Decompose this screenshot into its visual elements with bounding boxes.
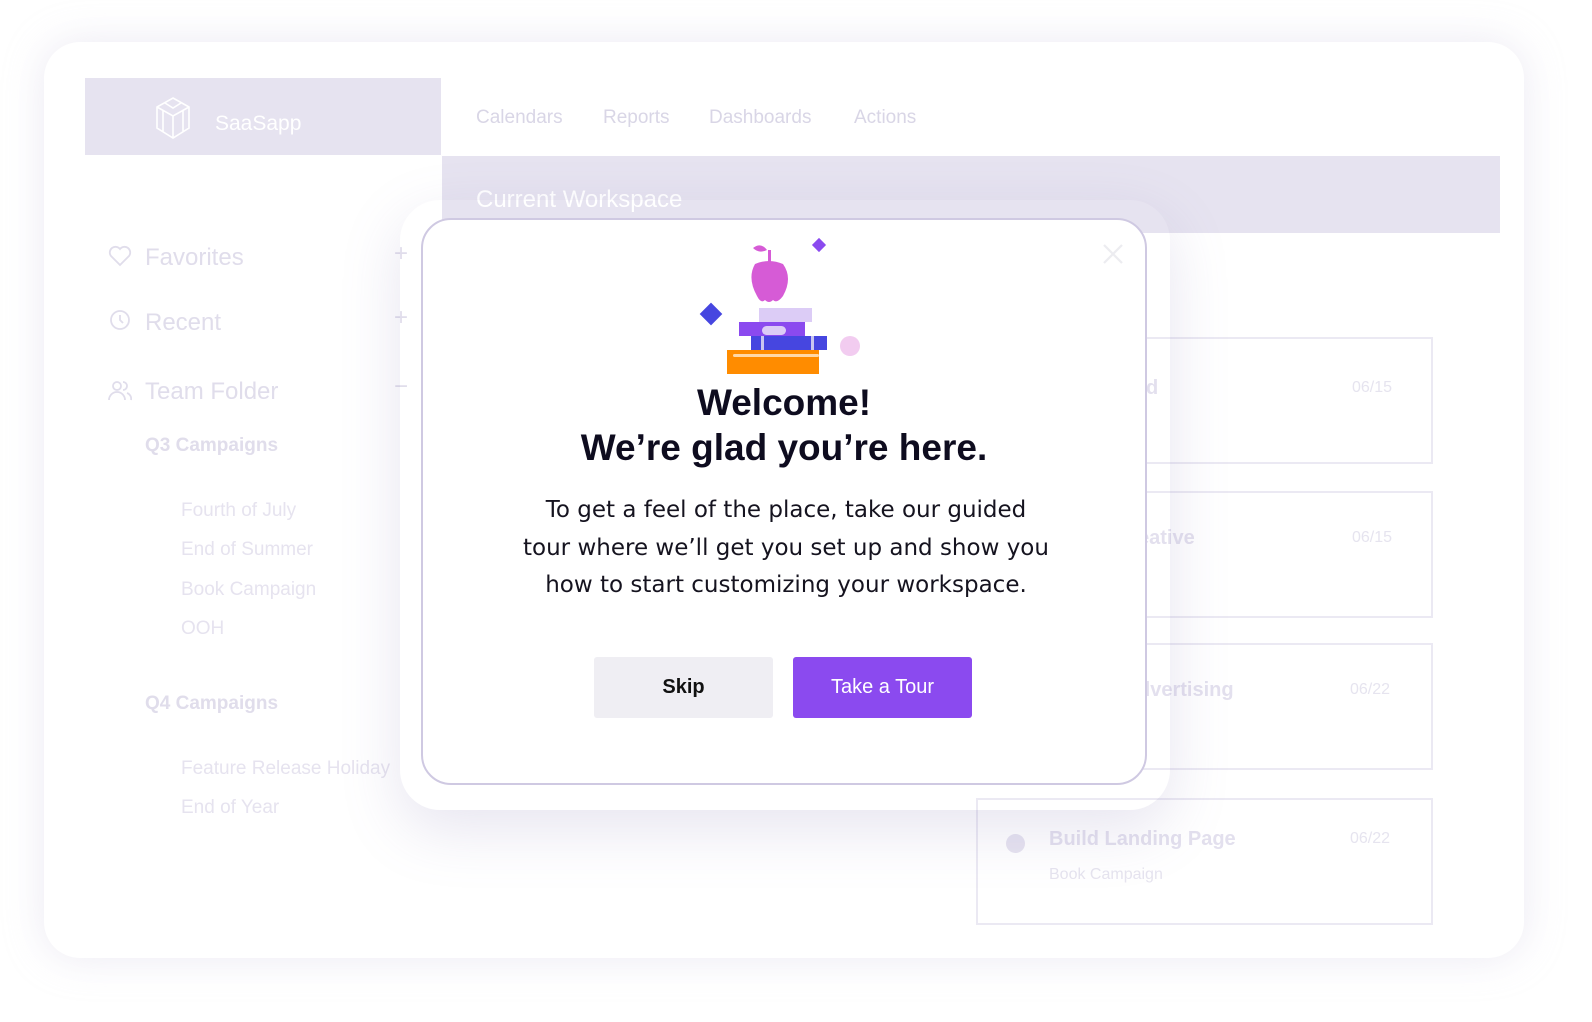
group-q3[interactable]: Q3 Campaigns [145, 435, 278, 457]
sidebar-item-favorites[interactable]: Favorites [145, 244, 244, 272]
status-dot [1006, 834, 1025, 853]
nav-actions[interactable]: Actions [854, 107, 916, 129]
sidebar-item-recent[interactable]: Recent [145, 309, 221, 337]
task-card[interactable]: Build Landing Page Book Campaign 06/22 [976, 798, 1433, 925]
modal-body: To get a feel of the place, take our gui… [483, 492, 1089, 605]
nav-reports[interactable]: Reports [603, 107, 670, 129]
sidebar-subitem[interactable]: Fourth of July [181, 500, 296, 522]
card-title: Build Landing Page [1049, 828, 1236, 850]
modal-subtitle: We’re glad you’re here. [580, 427, 988, 468]
card-date: 06/15 [1352, 529, 1393, 546]
body-line: how to start customizing your workspace. [545, 572, 1027, 598]
body-line: tour where we’ll get you set up and show… [523, 534, 1049, 561]
sidebar-subitem[interactable]: End of Summer [181, 539, 313, 561]
card-date: 06/22 [1350, 681, 1391, 698]
nav-dashboards[interactable]: Dashboards [709, 107, 811, 129]
take-tour-button[interactable]: Take a Tour [793, 657, 972, 718]
card-date: 06/15 [1352, 379, 1393, 396]
heart-icon [108, 245, 132, 267]
sidebar-subitem[interactable]: OOH [181, 618, 224, 640]
clock-icon [110, 310, 130, 330]
skip-button[interactable]: Skip [594, 657, 773, 718]
sidebar-subitem[interactable]: Feature Release Holiday [181, 758, 390, 780]
card-date: 06/22 [1350, 830, 1391, 847]
close-icon[interactable] [1101, 242, 1125, 266]
users-icon [108, 381, 132, 401]
cube-icon [156, 97, 190, 139]
card-subtitle: Book Campaign [1049, 866, 1163, 883]
nav-calendars[interactable]: Calendars [476, 107, 563, 129]
app-name: SaaSapp [215, 112, 302, 135]
books-apple-illustration [699, 237, 860, 374]
sidebar-subitem[interactable]: End of Year [181, 797, 279, 819]
brand-header: SaaSapp [85, 78, 441, 155]
sidebar-item-team-folder[interactable]: Team Folder [145, 378, 278, 406]
modal-title: Welcome! [696, 382, 872, 423]
welcome-modal: Welcome! We’re glad you’re here. To get … [421, 218, 1147, 785]
sidebar-subitem[interactable]: Book Campaign [181, 579, 316, 601]
body-line: To get a feel of the place, take our gui… [545, 497, 1027, 523]
group-q4[interactable]: Q4 Campaigns [145, 693, 278, 715]
